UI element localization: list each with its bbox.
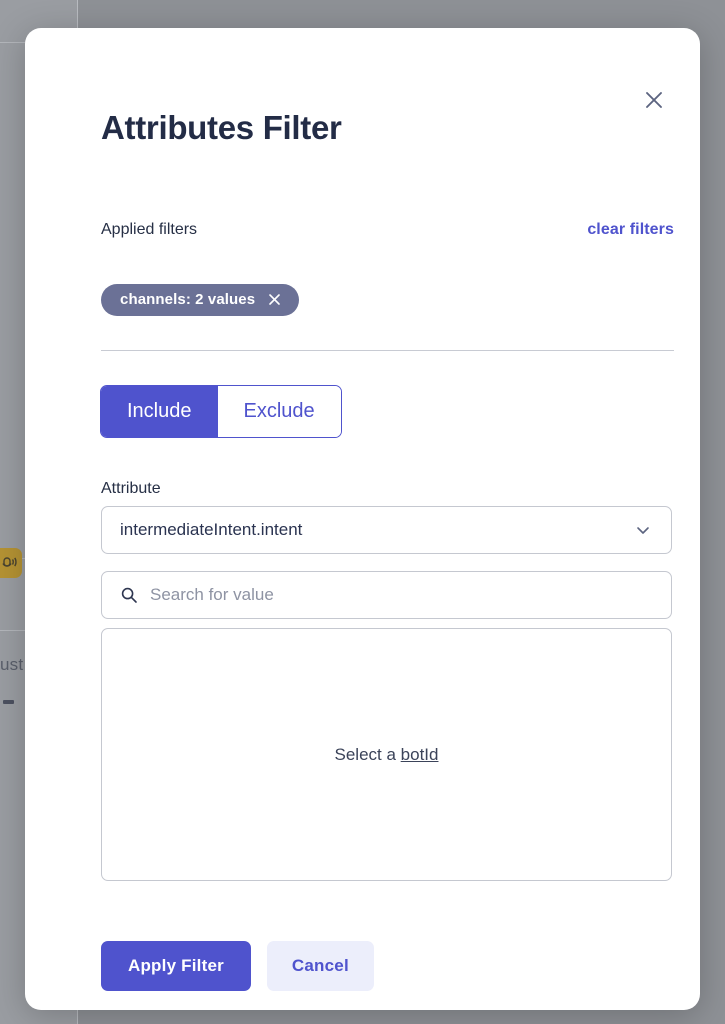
close-icon[interactable] <box>634 80 674 120</box>
attribute-select-value: intermediateIntent.intent <box>120 520 633 540</box>
apply-filter-button[interactable]: Apply Filter <box>101 941 251 991</box>
attributes-filter-modal: Attributes Filter Applied filters clear … <box>25 28 700 1010</box>
attribute-select[interactable]: intermediateIntent.intent <box>101 506 672 554</box>
bot-voice-icon <box>0 548 22 578</box>
search-icon <box>120 586 138 604</box>
toggle-exclude[interactable]: Exclude <box>218 386 341 437</box>
background-dash <box>3 700 14 704</box>
toggle-include[interactable]: Include <box>101 386 218 437</box>
chevron-down-icon[interactable] <box>633 520 653 540</box>
section-divider <box>101 350 674 351</box>
value-search-box[interactable] <box>101 571 672 619</box>
values-empty-prefix: Select a <box>335 745 401 764</box>
clear-filters-link[interactable]: clear filters <box>587 221 674 239</box>
background-truncated-text: ust <box>0 655 23 675</box>
include-exclude-toggle: Include Exclude <box>100 385 342 438</box>
page-title: Attributes Filter <box>101 109 342 147</box>
close-icon[interactable] <box>267 292 282 307</box>
attribute-label: Attribute <box>101 480 161 498</box>
filter-chip-label: channels: 2 values <box>120 291 255 308</box>
modal-footer: Apply Filter Cancel <box>101 941 374 991</box>
applied-filter-chips: channels: 2 values <box>101 284 299 316</box>
select-botid-link[interactable]: botId <box>401 745 439 764</box>
values-empty-message: Select a botId <box>335 745 439 765</box>
values-listbox[interactable]: Select a botId <box>101 628 672 881</box>
filter-chip-channels[interactable]: channels: 2 values <box>101 284 299 316</box>
applied-filters-label: Applied filters <box>101 221 197 239</box>
search-input[interactable] <box>150 585 653 605</box>
applied-filters-row: Applied filters clear filters <box>101 221 674 239</box>
cancel-button[interactable]: Cancel <box>267 941 374 991</box>
